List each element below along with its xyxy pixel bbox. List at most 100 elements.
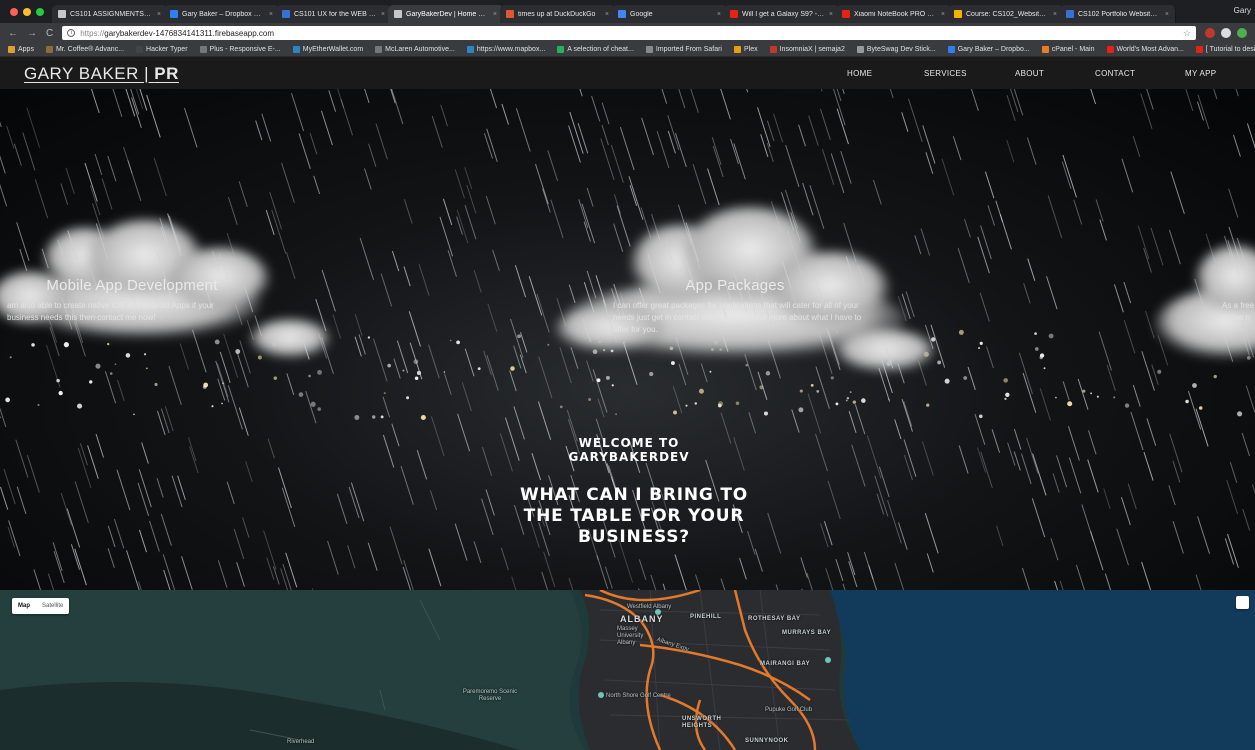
bookmark-favicon-icon <box>856 46 864 53</box>
minimize-window-icon[interactable] <box>23 8 31 16</box>
map-type-satellite[interactable]: Satellite <box>36 603 69 609</box>
bookmark-item[interactable]: Gary Baker – Dropbo... <box>947 46 1030 53</box>
tab-close-icon[interactable]: × <box>269 11 273 18</box>
fullscreen-icon[interactable] <box>1236 596 1249 609</box>
map-label-massey: Massey University Albany <box>617 626 644 646</box>
site-info-icon[interactable]: i <box>67 29 76 37</box>
brand-name: GARY BAKER | <box>24 64 155 83</box>
tab-favicon-icon <box>394 10 402 18</box>
tab-close-icon[interactable]: × <box>605 11 609 18</box>
extension-circle-icon[interactable] <box>1221 28 1231 38</box>
bookmarks-bar: Apps Mr. Coffee® Advanc... Hacker Typer Plu… <box>0 43 1255 57</box>
ocean <box>820 590 1255 750</box>
google-map[interactable]: Map Satellite Westfield Albany ALBANY Ma… <box>0 590 1255 750</box>
nav-my-app[interactable]: MY APP <box>1185 69 1216 78</box>
extension-shield-icon[interactable] <box>1205 28 1215 38</box>
browser-tab[interactable]: times up at DuckDuckGo × <box>500 5 616 23</box>
bookmark-item[interactable]: MyEtherWallet.com <box>292 46 363 53</box>
tab-favicon-icon <box>58 10 66 18</box>
browser-tab[interactable]: Course: CS102_Website and × <box>948 5 1064 23</box>
brand-suffix: PR <box>154 64 179 83</box>
new-tab-button[interactable] <box>1172 5 1198 23</box>
tab-title: CS102 Portfolio Website Pr <box>1078 10 1161 18</box>
bookmark-favicon-icon <box>769 46 777 53</box>
bookmark-item[interactable]: Plus - Responsive E-... <box>199 46 281 53</box>
url-text: https://garybakerdev-1476834141311.fireb… <box>80 29 274 38</box>
bookmark-item[interactable]: A selection of cheat... <box>557 46 634 53</box>
bookmark-item[interactable]: https://www.mapbox... <box>466 46 546 53</box>
tab-close-icon[interactable]: × <box>717 11 721 18</box>
site-logo[interactable]: GARY BAKER | PR <box>24 64 179 84</box>
tab-favicon-icon <box>954 10 962 18</box>
bookmark-label: https://www.mapbox... <box>476 46 546 53</box>
bookmark-item[interactable]: ByteSwag Dev Stick... <box>856 46 936 53</box>
browser-tab[interactable]: CS101 UX for the WEB - Do × <box>276 5 392 23</box>
bookmark-label: A selection of cheat... <box>567 46 634 53</box>
tab-close-icon[interactable]: × <box>381 11 385 18</box>
bookmark-item[interactable]: [ Tutorial to design ]... <box>1195 46 1255 53</box>
tab-close-icon[interactable]: × <box>157 11 161 18</box>
tab-title: GaryBakerDev | Home Page <box>406 10 489 18</box>
url-host: garybakerdev-1476834141311.firebaseapp.c… <box>104 28 274 38</box>
browser-tab[interactable]: Will I get a Galaxy S9? - Yo × <box>724 5 840 23</box>
browser-tab[interactable]: CS101 ASSIGNMENTS-UX × <box>52 5 168 23</box>
tab-close-icon[interactable]: × <box>1165 11 1169 18</box>
nav-services[interactable]: SERVICES <box>924 69 967 78</box>
browser-tab[interactable]: Google × <box>612 5 728 23</box>
map-label-rothesay: ROTHESAY BAY <box>748 616 801 622</box>
bookmark-label: Plus - Responsive E-... <box>209 46 281 53</box>
back-icon[interactable]: ← <box>8 28 18 39</box>
bookmark-item[interactable]: McLaren Automotive... <box>375 46 455 53</box>
nav-home[interactable]: HOME <box>847 69 872 78</box>
nav-about[interactable]: ABOUT <box>1015 69 1044 78</box>
bookmark-item[interactable]: InsomniaX | semaja2 <box>769 46 845 53</box>
browser-toolbar: ← → C i https://garybakerdev-14768341413… <box>0 23 1255 43</box>
bookmark-item[interactable]: cPanel - Main <box>1041 46 1095 53</box>
extensions <box>1205 28 1247 38</box>
welcome-heading: WELCOME TO GARYBAKERDEV <box>568 436 690 464</box>
tab-close-icon[interactable]: × <box>829 11 833 18</box>
poi-rothesay[interactable] <box>825 657 831 663</box>
poi-golf-centre[interactable] <box>598 692 604 698</box>
map-label-riverhead: Riverhead <box>287 739 315 745</box>
bookmark-favicon-icon <box>1106 46 1114 53</box>
map-type-map[interactable]: Map <box>12 603 36 609</box>
map-type-control[interactable]: Map Satellite <box>12 598 70 614</box>
browser-tab[interactable]: Xiaomi NoteBook PRO HAC × <box>836 5 952 23</box>
bookmark-item[interactable]: World's Most Advan... <box>1106 46 1184 53</box>
bookmark-favicon-icon <box>947 46 955 53</box>
forward-icon[interactable]: → <box>27 28 37 39</box>
bookmark-label: Mr. Coffee® Advanc... <box>55 46 125 53</box>
bookmark-label: Apps <box>18 46 34 53</box>
nav-contact[interactable]: CONTACT <box>1095 69 1135 78</box>
tab-favicon-icon <box>170 10 178 18</box>
address-bar[interactable]: i https://garybakerdev-1476834141311.fir… <box>62 26 1196 40</box>
map-label-paremoremo: Paremoremo Scenic Reserve <box>462 689 518 702</box>
bookmark-item[interactable]: Imported From Safari <box>645 46 722 53</box>
bookmark-item[interactable]: Plex <box>733 46 758 53</box>
site-header: GARY BAKER | PR HOME SERVICES ABOUT CONT… <box>0 57 1255 89</box>
tab-title: times up at DuckDuckGo <box>518 10 596 18</box>
bookmark-favicon-icon <box>733 46 741 53</box>
browser-tab[interactable]: CS102 Portfolio Website Pr × <box>1060 5 1176 23</box>
bookmark-star-icon[interactable]: ☆ <box>1183 28 1191 39</box>
tab-close-icon[interactable]: × <box>1053 11 1057 18</box>
reload-icon[interactable]: C <box>46 28 53 39</box>
tab-title: Gary Baker – Dropbox Paper <box>182 10 265 18</box>
zoom-window-icon[interactable] <box>36 8 44 16</box>
bookmark-item[interactable]: Apps <box>8 46 34 53</box>
tab-close-icon[interactable]: × <box>493 11 497 18</box>
extension-green-icon[interactable] <box>1237 28 1247 38</box>
screen: CS101 ASSIGNMENTS-UX × Gary Baker – Dropbo… <box>0 0 1255 750</box>
bookmark-favicon-icon <box>375 46 383 53</box>
bookmark-item[interactable]: Mr. Coffee® Advanc... <box>45 46 125 53</box>
browser-tab[interactable]: GaryBakerDev | Home Page × <box>388 5 504 23</box>
bookmark-label: Gary Baker – Dropbo... <box>957 46 1030 53</box>
tab-close-icon[interactable]: × <box>941 11 945 18</box>
bookmark-item[interactable]: Hacker Typer <box>136 46 188 53</box>
tab-favicon-icon <box>618 10 626 18</box>
map-label-westfield: Westfield Albany <box>627 604 672 610</box>
browser-tab[interactable]: Gary Baker – Dropbox Paper × <box>164 5 280 23</box>
profile-name[interactable]: Gary <box>1234 6 1251 15</box>
close-window-icon[interactable] <box>10 8 18 16</box>
